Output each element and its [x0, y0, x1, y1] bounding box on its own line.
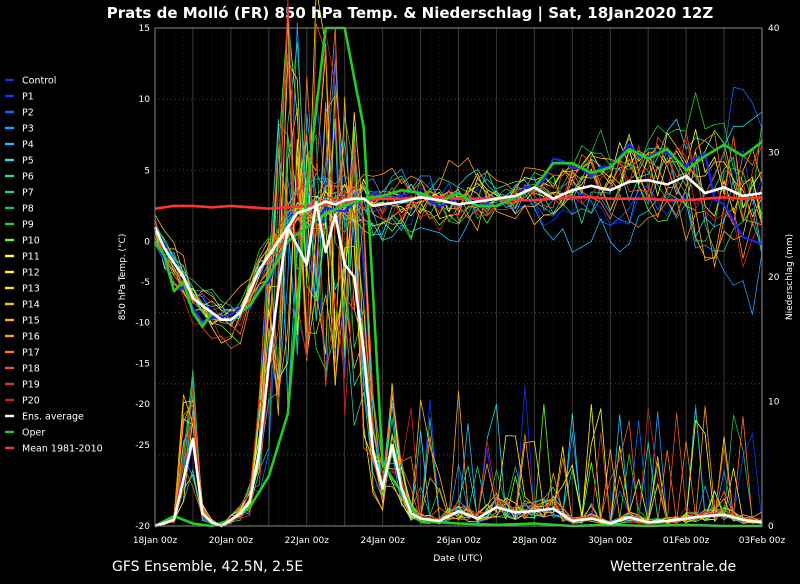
legend-label: P18: [22, 364, 40, 375]
legend-label: P14: [22, 300, 40, 311]
legend-label: P17: [22, 348, 40, 359]
footer-model-info: GFS Ensemble, 42.5N, 2.5E: [112, 559, 303, 575]
legend-label: P20: [22, 396, 40, 407]
legend-label: Ens. average: [22, 412, 84, 423]
y-tick-label: -15: [135, 359, 150, 369]
legend-label: Mean 1981-2010: [22, 444, 103, 455]
legend-label: P19: [22, 380, 40, 391]
x-tick-label: 28Jan 00z: [512, 536, 557, 546]
x-tick-label: 20Jan 00z: [209, 536, 254, 546]
y2-tick-label: 20: [768, 273, 780, 283]
legend-label: P2: [22, 108, 34, 119]
y-tick-label: -25: [135, 441, 150, 451]
legend-label: P6: [22, 172, 34, 183]
legend-label: P13: [22, 284, 40, 295]
y-tick-label: -20: [135, 522, 150, 532]
legend-label: Oper: [22, 428, 45, 439]
x-tick-label: 01Feb 00z: [663, 536, 710, 546]
legend-label: P3: [22, 124, 34, 135]
y2-tick-label: 30: [768, 149, 780, 159]
x-tick-label: 18Jan 00z: [133, 536, 178, 546]
y-axis-label: 850 hPa Temp. (°C): [118, 234, 128, 321]
x-tick-label: 30Jan 00z: [588, 536, 633, 546]
y-tick-label: -5: [141, 278, 150, 288]
y-tick-label: 10: [139, 95, 151, 105]
x-tick-label: 03Feb 00z: [739, 536, 786, 546]
legend-label: P11: [22, 252, 40, 263]
footer-source: Wetterzentrale.de: [610, 559, 736, 575]
chart-title: Prats de Molló (FR) 850 hPa Temp. & Nied…: [107, 4, 714, 23]
x-tick-label: 26Jan 00z: [436, 536, 481, 546]
legend-label: P8: [22, 204, 34, 215]
y2-axis-label: Niederschlag (mm): [785, 234, 795, 320]
y2-tick-label: 0: [768, 522, 774, 532]
legend-label: P9: [22, 220, 34, 231]
ensemble-chart: Prats de Molló (FR) 850 hPa Temp. & Nied…: [0, 0, 800, 584]
y-tick-label: -20: [135, 400, 150, 410]
legend-label: P4: [22, 140, 34, 151]
legend-label: P15: [22, 316, 40, 327]
legend-label: P1: [22, 92, 34, 103]
x-axis-label: Date (UTC): [433, 554, 482, 564]
x-tick-label: 22Jan 00z: [285, 536, 330, 546]
legend-label: P5: [22, 156, 34, 167]
y-tick-label: 15: [139, 24, 150, 34]
y-tick-label: 0: [144, 237, 150, 247]
x-axis-ticks: 18Jan 00z 20Jan 00z 22Jan 00z 24Jan 00z 26Ja…: [133, 536, 786, 546]
y2-tick-label: 40: [768, 24, 780, 34]
y-tick-label: 5: [144, 166, 150, 176]
x-tick-label: 24Jan 00z: [360, 536, 405, 546]
y-tick-label: -10: [135, 319, 150, 329]
legend-label: Control: [22, 76, 56, 87]
legend-label: P7: [22, 188, 34, 199]
legend-label: P12: [22, 268, 40, 279]
y2-tick-label: 10: [768, 398, 780, 408]
legend-label: P16: [22, 332, 40, 343]
legend-label: P10: [22, 236, 40, 247]
